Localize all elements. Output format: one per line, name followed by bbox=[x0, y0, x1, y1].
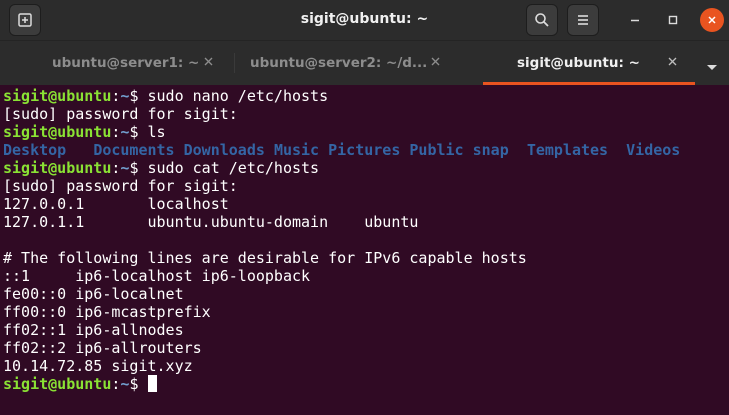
close-icon bbox=[431, 57, 440, 66]
maximize-button[interactable] bbox=[661, 8, 685, 32]
prompt-user-host: sigit@ubuntu bbox=[3, 123, 112, 141]
prompt-user-host: sigit@ubuntu bbox=[3, 375, 112, 393]
close-button[interactable] bbox=[700, 8, 724, 32]
terminal-line: sigit@ubuntu:~$ sudo cat /etc/hosts bbox=[3, 159, 729, 177]
prompt-symbol: $ bbox=[129, 159, 148, 177]
tab-label: ubuntu@server1: ~ bbox=[52, 55, 200, 71]
output-text: [sudo] password for sigit: bbox=[3, 177, 238, 195]
directory-name: Templates bbox=[526, 141, 609, 159]
directory-name: Desktop bbox=[3, 141, 67, 159]
title-bar[interactable]: sigit@ubuntu: ~ bbox=[0, 0, 729, 40]
terminal-line: sigit@ubuntu:~$ ls bbox=[3, 123, 729, 141]
menu-button[interactable] bbox=[567, 4, 599, 36]
close-icon bbox=[204, 57, 213, 66]
output-text: 10.14.72.85 sigit.xyz bbox=[3, 357, 193, 375]
terminal-line: fe00::0 ip6-localnet bbox=[3, 285, 729, 303]
prompt-symbol: $ bbox=[129, 87, 148, 105]
terminal-output[interactable]: sigit@ubuntu:~$ sudo nano /etc/hosts [sud… bbox=[3, 87, 729, 415]
minimize-button[interactable] bbox=[623, 8, 647, 32]
maximize-icon bbox=[668, 15, 678, 25]
terminal-line: ff02::1 ip6-allnodes bbox=[3, 321, 729, 339]
directory-name: Videos bbox=[626, 141, 681, 159]
terminal-line: 127.0.0.1 localhost bbox=[3, 195, 729, 213]
prompt-symbol: $ bbox=[129, 375, 148, 393]
text-cursor bbox=[147, 375, 157, 392]
directory-name: Public bbox=[409, 141, 464, 159]
output-text: # The following lines are desirable for … bbox=[3, 249, 527, 267]
output-text: 127.0.1.1 ubuntu.ubuntu-domain ubuntu bbox=[3, 213, 419, 231]
directory-name: snap bbox=[472, 141, 509, 159]
terminal-window: sigit@ubuntu: ~ ubuntu@server1: ~ ubuntu… bbox=[0, 0, 729, 415]
output-text: ff02::1 ip6-allnodes bbox=[3, 321, 184, 339]
tab-bar: ubuntu@server1: ~ ubuntu@server2: ~/d...… bbox=[0, 40, 729, 85]
window-title: sigit@ubuntu: ~ bbox=[300, 11, 429, 27]
terminal-line: sigit@ubuntu:~$ sudo nano /etc/hosts bbox=[3, 87, 729, 105]
directory-name: Pictures bbox=[328, 141, 401, 159]
output-text: fe00::0 ip6-localnet bbox=[3, 285, 184, 303]
terminal-line: # The following lines are desirable for … bbox=[3, 249, 729, 267]
command-text: sudo cat /etc/hosts bbox=[147, 159, 320, 177]
tab-local[interactable]: sigit@ubuntu: ~ bbox=[517, 41, 677, 85]
tab-close-button[interactable] bbox=[203, 55, 214, 71]
terminal-line: 10.14.72.85 sigit.xyz bbox=[3, 357, 729, 375]
tab-label: ubuntu@server2: ~/d... bbox=[250, 55, 428, 71]
command-text: sudo nano /etc/hosts bbox=[147, 87, 329, 105]
tab-server1[interactable]: ubuntu@server1: ~ bbox=[52, 41, 213, 85]
terminal-line: ff02::2 ip6-allrouters bbox=[3, 339, 729, 357]
output-text: ::1 ip6-localhost ip6-loopback bbox=[3, 267, 311, 285]
tab-server2[interactable]: ubuntu@server2: ~/d... bbox=[250, 41, 440, 85]
tab-close-button[interactable] bbox=[430, 55, 441, 71]
terminal-line: Desktop Documents Downloads Music Pictur… bbox=[3, 141, 729, 159]
close-icon bbox=[708, 16, 716, 24]
close-icon bbox=[668, 57, 677, 66]
output-text: 127.0.0.1 localhost bbox=[3, 195, 229, 213]
terminal-line: [sudo] password for sigit: bbox=[3, 105, 729, 123]
output-text: ff02::2 ip6-allrouters bbox=[3, 339, 202, 357]
terminal-line: [sudo] password for sigit: bbox=[3, 177, 729, 195]
terminal-line: ff00::0 ip6-mcastprefix bbox=[3, 303, 729, 321]
terminal-line: ::1 ip6-localhost ip6-loopback bbox=[3, 267, 729, 285]
search-button[interactable] bbox=[526, 4, 558, 36]
tabs-dropdown-button[interactable] bbox=[706, 57, 718, 76]
directory-name: Documents bbox=[93, 141, 175, 159]
prompt-user-host: sigit@ubuntu bbox=[3, 159, 112, 177]
output-text: ff00::0 ip6-mcastprefix bbox=[3, 303, 211, 321]
prompt-user-host: sigit@ubuntu bbox=[3, 87, 112, 105]
chevron-down-icon bbox=[707, 65, 717, 70]
hamburger-menu-icon bbox=[578, 15, 588, 25]
tab-close-button[interactable] bbox=[667, 55, 678, 71]
command-text: ls bbox=[147, 123, 166, 141]
output-text: [sudo] password for sigit: bbox=[3, 105, 238, 123]
search-icon bbox=[535, 13, 549, 27]
tab-label: sigit@ubuntu: ~ bbox=[517, 55, 640, 71]
active-tab-indicator bbox=[483, 82, 695, 85]
terminal-line: 127.0.1.1 ubuntu.ubuntu-domain ubuntu bbox=[3, 213, 729, 231]
terminal-line: sigit@ubuntu:~$ bbox=[3, 375, 729, 393]
minimize-icon bbox=[631, 19, 639, 22]
prompt-symbol: $ bbox=[129, 123, 148, 141]
directory-name: Music bbox=[273, 141, 320, 159]
tab-separator bbox=[234, 53, 235, 73]
directory-name: Downloads bbox=[183, 141, 265, 159]
